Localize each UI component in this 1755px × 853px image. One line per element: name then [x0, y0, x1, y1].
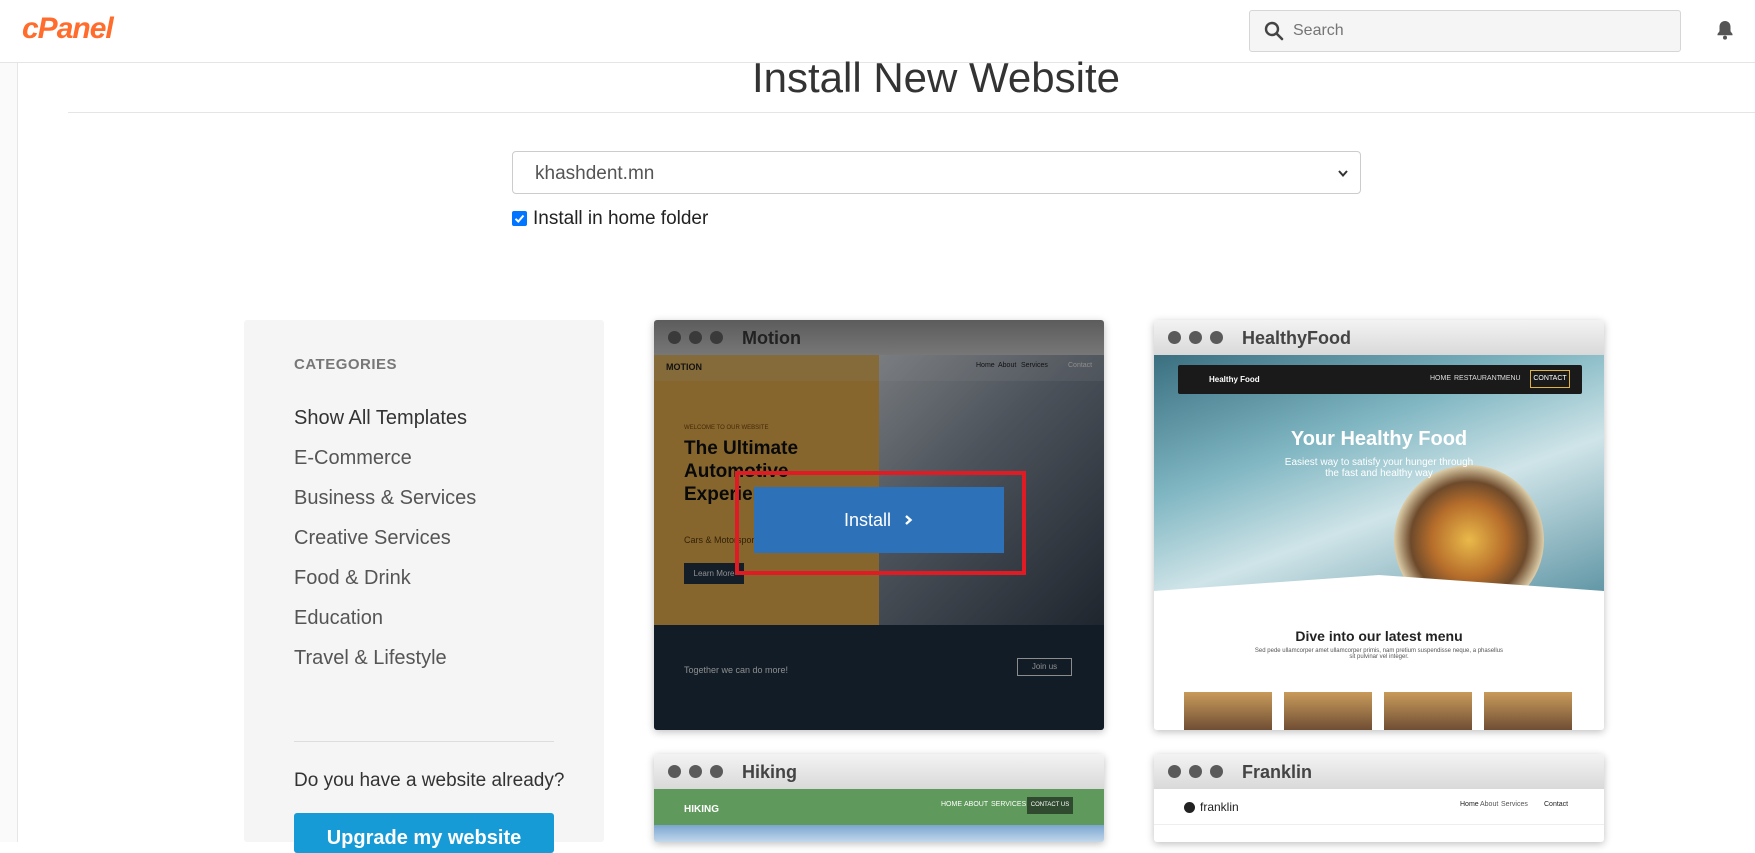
template-card-hiking[interactable]: HIKING HOME ABOUT SERVICES CONTACT US Hi… — [654, 754, 1104, 842]
menu-thumb — [1284, 692, 1372, 730]
window-dot-icon — [1189, 331, 1202, 344]
window-bar: Motion — [654, 320, 1104, 355]
domain-select[interactable]: khashdent.mn — [512, 151, 1361, 194]
bell-icon[interactable] — [1716, 20, 1734, 40]
healthyfood-headline: Your Healthy Food — [1290, 428, 1468, 450]
window-dot-icon — [668, 331, 681, 344]
check-icon — [514, 214, 525, 223]
window-dot-icon — [1168, 331, 1181, 344]
search-box[interactable] — [1249, 10, 1681, 52]
category-travel[interactable]: Travel & Lifestyle — [294, 646, 476, 686]
window-dot-icon — [710, 331, 723, 344]
install-home-label[interactable]: Install in home folder — [533, 208, 708, 230]
install-home-checkbox[interactable] — [512, 211, 527, 226]
category-education[interactable]: Education — [294, 606, 476, 646]
template-name: Hiking — [742, 762, 798, 782]
healthyfood-nav-restaurant: RESTAURANT — [1454, 375, 1501, 382]
franklin-logo-icon — [1184, 802, 1195, 813]
template-card-franklin[interactable]: franklin Home About Services Contact Fra… — [1154, 754, 1604, 842]
window-dot-icon — [1189, 765, 1202, 778]
template-name: Motion — [742, 328, 801, 348]
title-divider — [68, 112, 1755, 113]
highlight-box — [735, 471, 1026, 575]
healthyfood-section-title: Dive into our latest menu — [1295, 628, 1463, 644]
cpanel-logo[interactable]: cPanel — [22, 12, 114, 46]
page-title: Install New Website — [751, 54, 1121, 101]
hiking-nav-about: ABOUT — [964, 801, 989, 808]
hiking-preview: HIKING HOME ABOUT SERVICES CONTACT US — [654, 789, 1104, 842]
franklin-preview: franklin Home About Services Contact — [1154, 789, 1604, 842]
menu-thumb — [1184, 692, 1272, 730]
category-ecommerce[interactable]: E-Commerce — [294, 446, 476, 486]
category-creative[interactable]: Creative Services — [294, 526, 476, 566]
existing-site-question: Do you have a website already? — [294, 770, 565, 791]
domain-select-value: khashdent.mn — [535, 163, 655, 184]
franklin-nav-contact: Contact — [1544, 801, 1569, 808]
menu-thumb — [1384, 692, 1472, 730]
healthyfood-preview: Healthy Food HOME RESTAURANT MENU CONTAC… — [1154, 355, 1604, 730]
category-food[interactable]: Food & Drink — [294, 566, 476, 606]
window-dot-icon — [689, 331, 702, 344]
left-rail — [0, 63, 18, 842]
upgrade-website-button[interactable]: Upgrade my website — [294, 813, 554, 853]
healthyfood-nav-menu: MENU — [1500, 375, 1521, 382]
window-dot-icon — [1168, 765, 1181, 778]
hiking-nav-home: HOME — [941, 801, 962, 808]
franklin-nav-home: Home — [1460, 801, 1479, 808]
franklin-nav-services: Services — [1501, 801, 1528, 808]
franklin-brand: franklin — [1200, 800, 1239, 814]
categories-sidebar: CATEGORIES Show All Templates E-Commerce… — [244, 320, 604, 853]
window-dot-icon — [689, 765, 702, 778]
window-dot-icon — [1210, 331, 1223, 344]
menu-thumb — [1484, 692, 1572, 730]
template-name: HealthyFood — [1242, 328, 1352, 348]
sidebar-divider — [294, 741, 554, 742]
window-bar: HealthyFood — [1154, 320, 1604, 355]
category-all[interactable]: Show All Templates — [294, 406, 476, 446]
hiking-brand: HIKING — [684, 804, 719, 815]
template-card-healthyfood[interactable]: Healthy Food HOME RESTAURANT MENU CONTAC… — [1154, 320, 1604, 730]
categories-heading: CATEGORIES — [294, 356, 398, 373]
franklin-nav-about: About — [1480, 801, 1499, 808]
healthyfood-section-text: Sed pede ullamcorper amet ullamcorper pr… — [1254, 648, 1504, 660]
healthyfood-nav-contact: CONTACT — [1530, 370, 1570, 388]
window-dot-icon — [1210, 765, 1223, 778]
search-icon — [1264, 21, 1284, 41]
hiking-nav-contact: CONTACT US — [1027, 797, 1073, 814]
window-dot-icon — [710, 765, 723, 778]
window-bar: Franklin — [1154, 754, 1604, 789]
window-bar: Hiking — [654, 754, 1104, 789]
search-input[interactable] — [1293, 11, 1673, 51]
template-name: Franklin — [1242, 762, 1313, 782]
hiking-nav-services: SERVICES — [991, 801, 1027, 808]
healthyfood-brand: Healthy Food — [1209, 375, 1260, 384]
healthyfood-sub: Easiest way to satisfy your hunger throu… — [1284, 457, 1474, 479]
chevron-down-icon — [1338, 170, 1348, 178]
healthyfood-nav-home: HOME — [1430, 375, 1451, 382]
window-dot-icon — [668, 765, 681, 778]
category-business[interactable]: Business & Services — [294, 486, 476, 526]
category-list: Show All Templates E-Commerce Business &… — [294, 406, 476, 686]
